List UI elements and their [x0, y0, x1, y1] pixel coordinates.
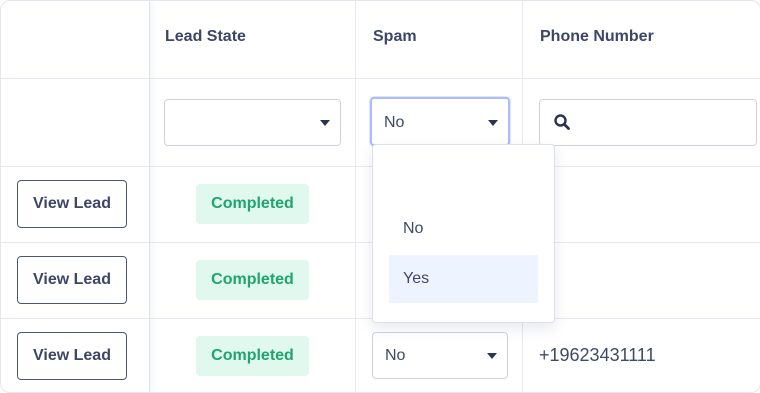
- leads-table: Lead State Spam Phone Number No View Lea…: [0, 0, 760, 393]
- column-header-spam[interactable]: Spam: [373, 28, 417, 46]
- column-header-lead-state[interactable]: Lead State: [165, 28, 246, 46]
- dropdown-option-empty[interactable]: [389, 157, 538, 205]
- spam-select[interactable]: No: [372, 332, 508, 379]
- view-lead-button[interactable]: View Lead: [17, 180, 127, 228]
- spam-select-value: No: [385, 347, 406, 364]
- column-header-phone-number[interactable]: Phone Number: [540, 28, 654, 46]
- column-divider: [355, 1, 356, 392]
- status-badge: Completed: [196, 336, 309, 376]
- phone-number-cell: +19623431111: [539, 345, 656, 365]
- spam-filter-value: No: [384, 114, 405, 131]
- caret-down-icon: [488, 120, 498, 126]
- column-divider: [149, 1, 150, 392]
- spam-filter-select[interactable]: No: [370, 97, 510, 146]
- phone-search-input[interactable]: [539, 99, 757, 146]
- caret-down-icon: [487, 353, 497, 359]
- view-lead-button[interactable]: View Lead: [17, 256, 127, 304]
- dropdown-option-no[interactable]: No: [389, 205, 538, 253]
- lead-state-filter-select[interactable]: [164, 99, 341, 146]
- search-icon: [553, 113, 571, 136]
- status-badge: Completed: [196, 184, 309, 224]
- spam-dropdown-menu: No Yes: [372, 144, 555, 323]
- dropdown-option-yes[interactable]: Yes: [389, 255, 538, 303]
- status-badge: Completed: [196, 260, 309, 300]
- view-lead-button[interactable]: View Lead: [17, 332, 127, 380]
- caret-down-icon: [320, 120, 330, 126]
